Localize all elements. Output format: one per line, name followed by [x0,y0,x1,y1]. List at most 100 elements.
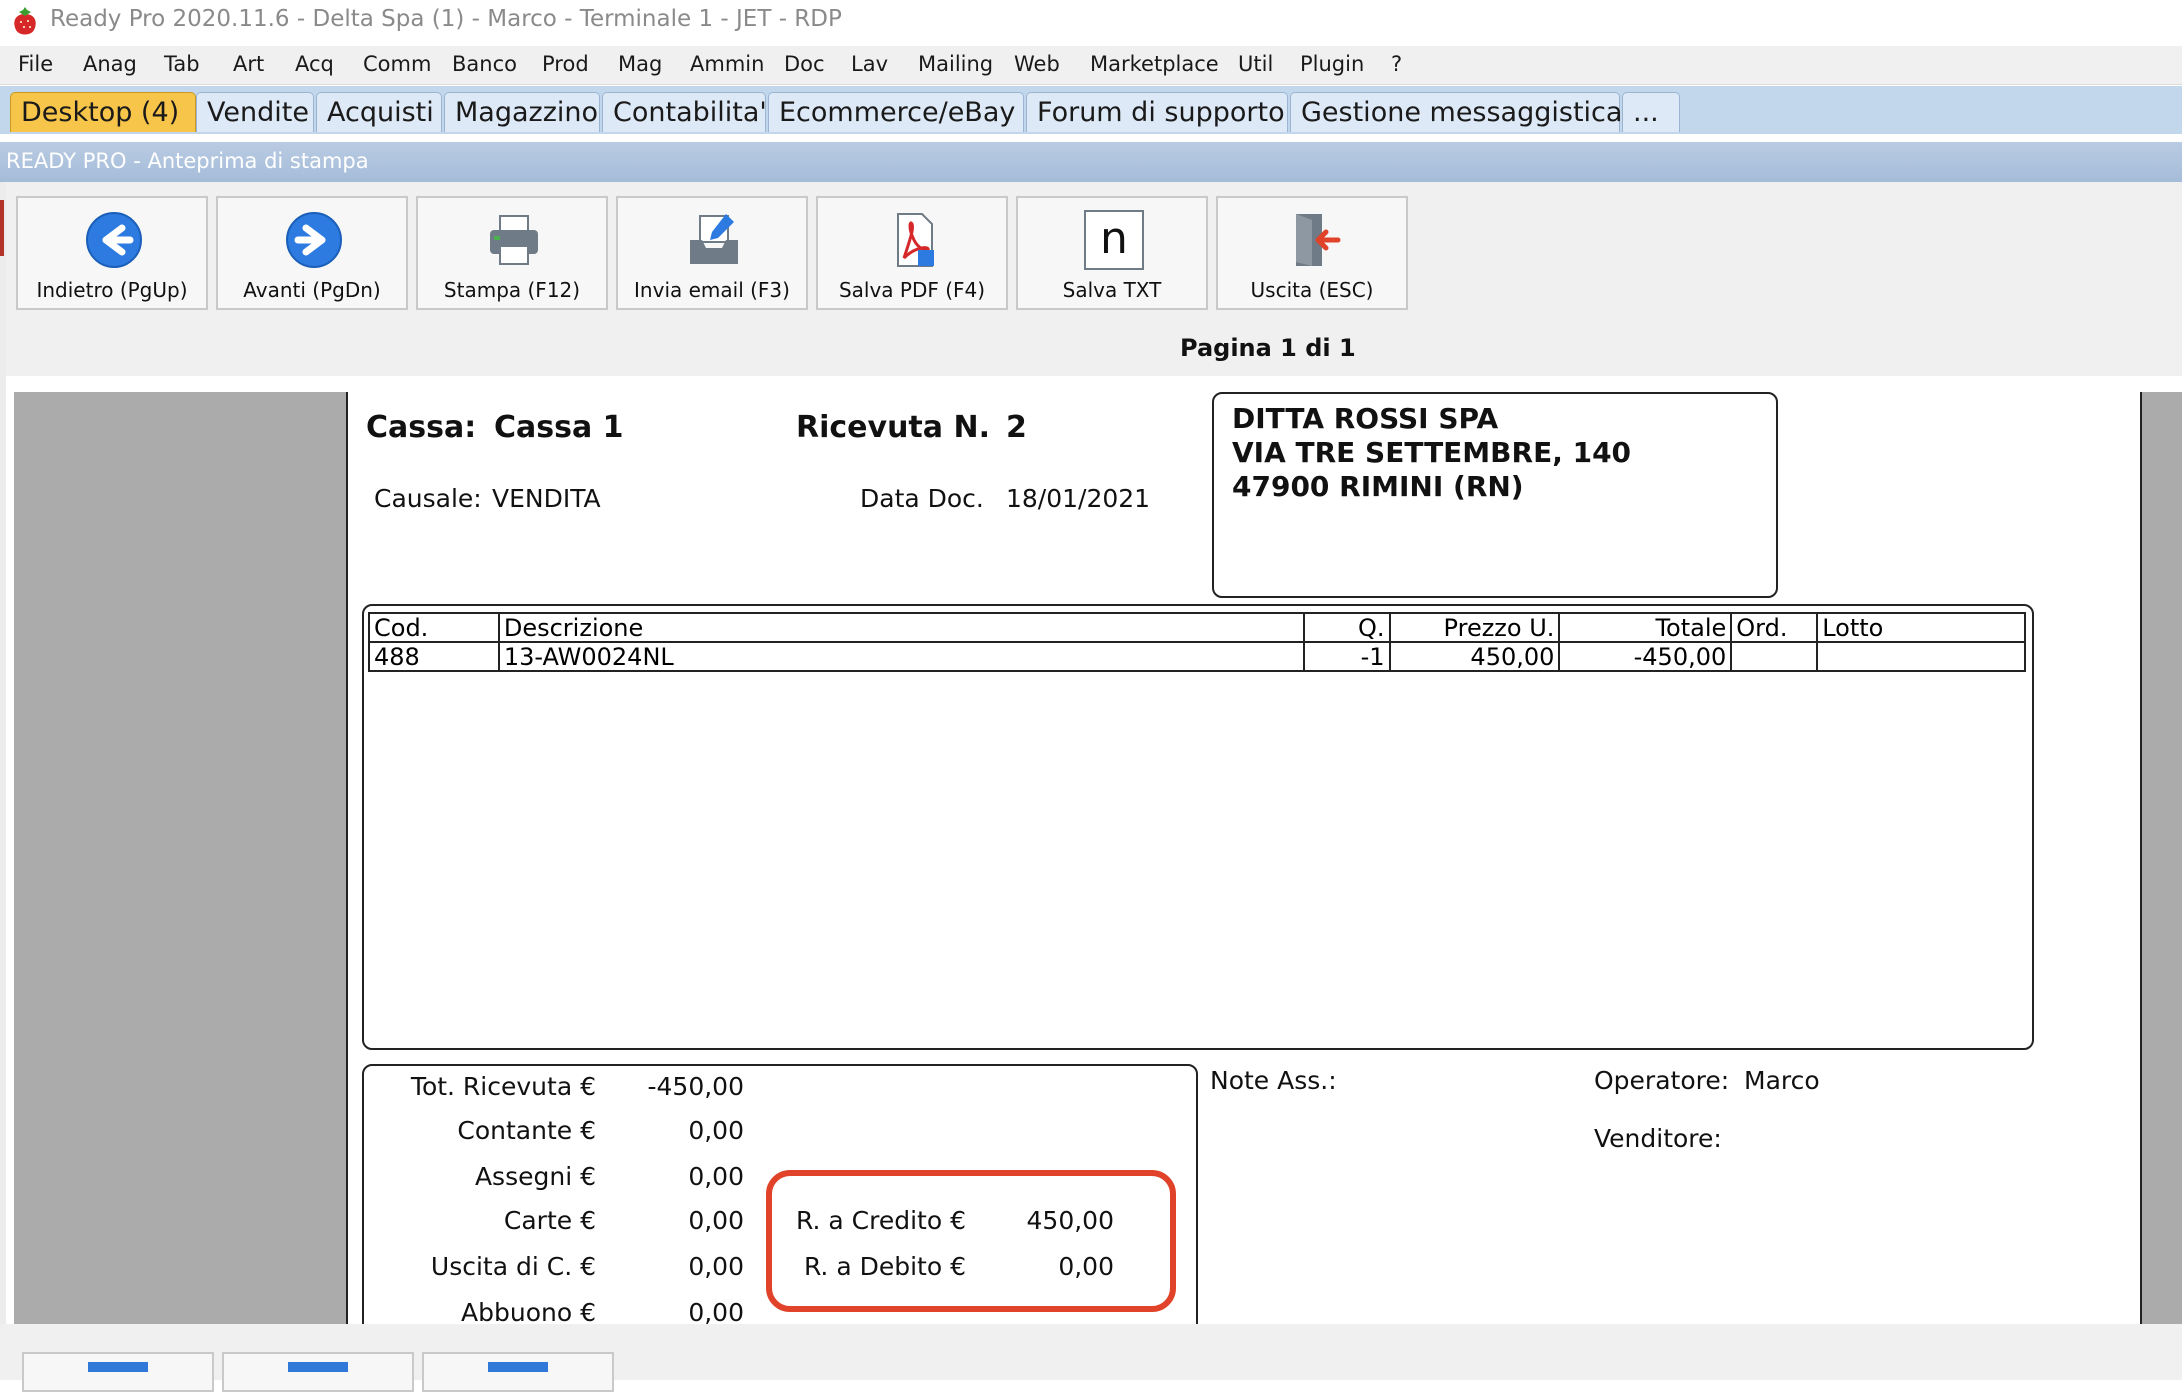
menu-comm[interactable]: Comm [363,52,431,76]
menu-art[interactable]: Art [233,52,264,76]
send-email-button[interactable]: Invia email (F3) [616,196,808,310]
uscita-di-cassa-value: 0,00 [688,1252,744,1281]
tab-magazzino[interactable]: Magazzino [444,92,600,132]
bottom-button-2-icon [288,1362,348,1372]
bottom-button-1-icon [88,1362,148,1372]
cassa-value: Cassa 1 [494,410,624,445]
note-ass-label: Note Ass.: [1210,1066,1337,1095]
menu-marketplace[interactable]: Marketplace [1090,52,1219,76]
menu-tab[interactable]: Tab [164,52,200,76]
strawberry-app-icon [14,7,36,35]
menu-mailing[interactable]: Mailing [918,52,993,76]
address-line-3: 47900 RIMINI (RN) [1232,470,1524,503]
bottom-button-2[interactable] [222,1352,414,1392]
cell-cod: 488 [368,641,500,672]
menu-prod[interactable]: Prod [542,52,589,76]
items-table: Cod. Descrizione Q. Prezzo U. Totale Ord… [368,612,2026,672]
save-pdf-button[interactable]: Salva PDF (F4) [816,196,1008,310]
residuo-debito-value: 0,00 [1058,1252,1114,1281]
tab-acquisti[interactable]: Acquisti [316,92,442,132]
menu-acq[interactable]: Acq [295,52,334,76]
window-caption: READY PRO - Anteprima di stampa [0,142,2182,182]
cell-prezzo-unitario: 450,00 [1388,641,1561,672]
email-tray-icon [690,214,738,264]
back-button-label: Indietro (PgUp) [36,278,188,302]
menu-lav[interactable]: Lav [851,52,888,76]
save-pdf-button-label: Salva PDF (F4) [838,278,986,302]
menu-web[interactable]: Web [1014,52,1060,76]
header-quantita: Q. [1302,612,1391,643]
cell-quantita: -1 [1302,641,1391,672]
address-line-2: VIA TRE SETTEMBRE, 140 [1232,436,1632,469]
exit-button[interactable]: Uscita (ESC) [1216,196,1408,310]
bottom-button-1[interactable] [22,1352,214,1392]
carte-label: Carte € [503,1206,596,1235]
menu-ammin[interactable]: Ammin [690,52,764,76]
caption-title: READY PRO - Anteprima di stampa [6,149,369,173]
residuo-credito-value: 450,00 [1026,1206,1114,1235]
print-preview-toolbar: Indietro (PgUp) Avanti (PgDn) Stampa (F1… [6,182,2182,376]
contante-value: 0,00 [688,1116,744,1145]
tab-vendite[interactable]: Vendite [196,92,314,132]
arrow-right-icon [286,212,342,268]
header-lotto: Lotto [1816,612,2026,643]
assegni-label: Assegni € [474,1162,596,1191]
header-prezzo-unitario: Prezzo U. [1388,612,1561,643]
venditore-label: Venditore: [1594,1124,1722,1153]
data-doc-label: Data Doc. [860,484,984,513]
arrow-left-icon [86,212,142,268]
operatore-value: Marco [1744,1066,1820,1095]
tab-desktop[interactable]: Desktop (4) [10,92,196,132]
txt-glyph: n [1100,213,1128,264]
save-txt-button[interactable]: n Salva TXT [1016,196,1208,310]
side-marker [0,200,4,256]
assegni-value: 0,00 [688,1162,744,1191]
abbuono-label: Abbuono € [461,1298,596,1327]
causale-label: Causale: [374,484,482,513]
cell-lotto [1816,641,2026,672]
back-button[interactable]: Indietro (PgUp) [16,196,208,310]
menu-doc[interactable]: Doc [784,52,825,76]
header-cod: Cod. [368,612,500,643]
tab-more[interactable]: ... [1622,92,1680,132]
forward-button[interactable]: Avanti (PgDn) [216,196,408,310]
menu-plugin[interactable]: Plugin [1300,52,1364,76]
address-line-1: DITTA ROSSI SPA [1232,402,1499,435]
abbuono-value: 0,00 [688,1298,744,1327]
menu-util[interactable]: Util [1238,52,1273,76]
pdf-icon [897,213,934,267]
tab-gestione-messaggistica[interactable]: Gestione messaggistica [1290,92,1622,132]
menu-anag[interactable]: Anag [83,52,137,76]
menu-help[interactable]: ? [1391,52,1402,76]
cell-totale: -450,00 [1558,641,1733,672]
tot-ricevuta-label: Tot. Ricevuta € [410,1072,596,1101]
tot-ricevuta-value: -450,00 [647,1072,745,1101]
header-ord: Ord. [1730,612,1819,643]
residui-highlight [766,1170,1176,1312]
cell-ord [1730,641,1819,672]
tab-bar: Desktop (4) Vendite Acquisti Magazzino C… [0,86,2182,134]
menu-file[interactable]: File [18,52,53,76]
title-bar: Ready Pro 2020.11.6 - Delta Spa (1) - Ma… [0,0,2182,44]
page-indicator: Pagina 1 di 1 [1180,334,1356,362]
bottom-button-3[interactable] [422,1352,614,1392]
exit-door-icon [1296,214,1341,266]
menu-mag[interactable]: Mag [618,52,662,76]
tab-forum-di-supporto[interactable]: Forum di supporto [1026,92,1288,132]
menu-banco[interactable]: Banco [452,52,517,76]
tab-ecommerce-ebay[interactable]: Ecommerce/eBay [768,92,1024,132]
save-txt-button-label: Salva TXT [1062,278,1162,302]
exit-button-label: Uscita (ESC) [1250,278,1374,302]
header-totale: Totale [1558,612,1733,643]
operatore-label: Operatore: [1594,1066,1730,1095]
print-button[interactable]: Stampa (F12) [416,196,608,310]
items-table-header: Cod. Descrizione Q. Prezzo U. Totale Ord… [368,612,2026,643]
data-doc-value: 18/01/2021 [1006,484,1151,513]
tab-contabilita[interactable]: Contabilita' [602,92,767,132]
cassa-label: Cassa: [366,410,477,445]
ricevuta-number: 2 [1006,410,1027,445]
cell-descrizione: 13-AW0024NL [497,641,1305,672]
bottom-button-3-icon [488,1362,548,1372]
forward-button-label: Avanti (PgDn) [243,278,381,302]
txt-icon: n [1084,210,1144,270]
